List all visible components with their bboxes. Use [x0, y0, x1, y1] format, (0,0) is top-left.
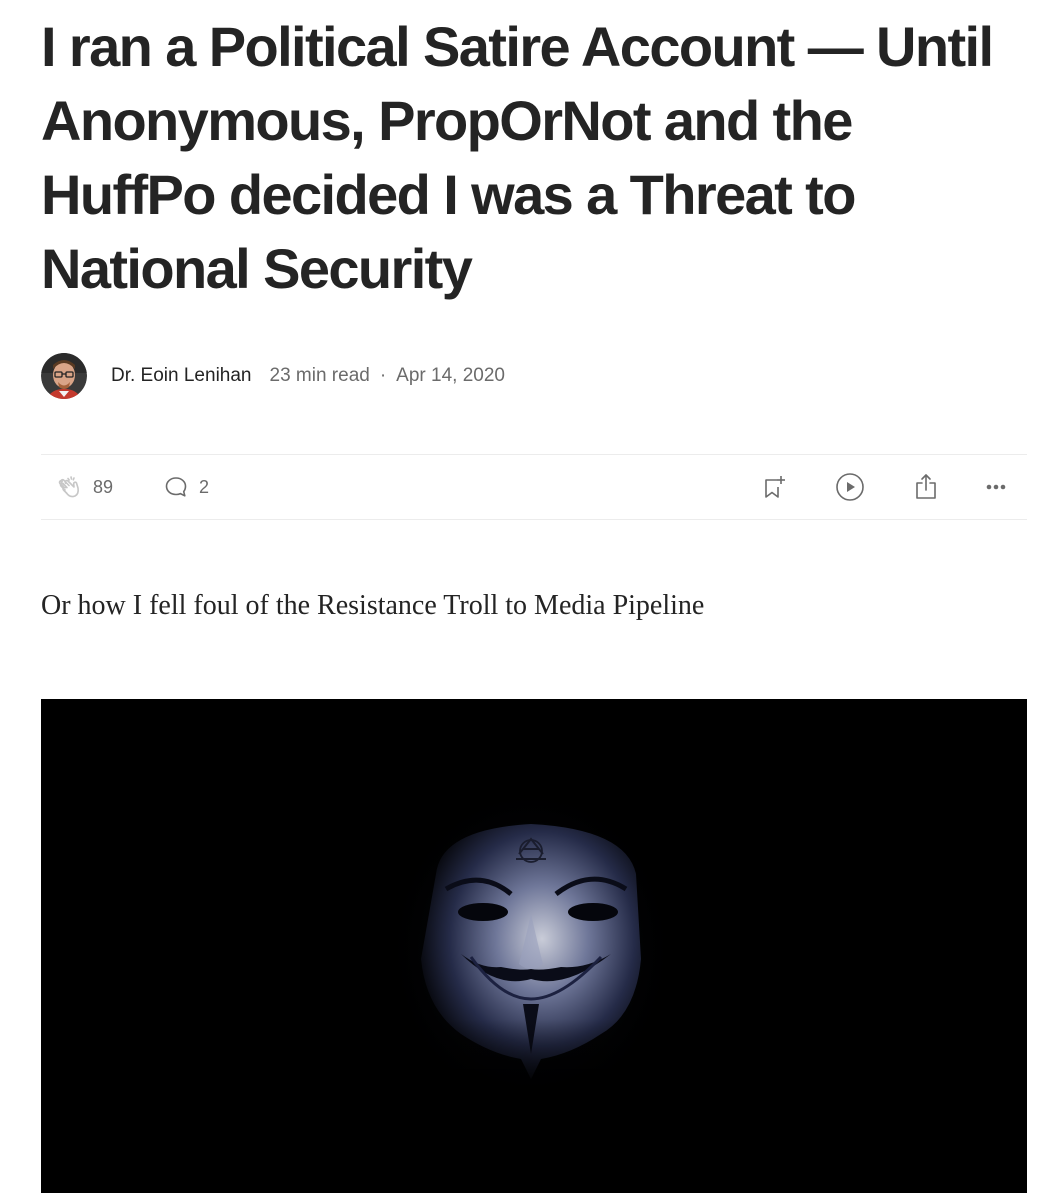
hero-image	[41, 699, 1027, 1193]
share-button[interactable]	[912, 472, 940, 502]
article-title: I ran a Political Satire Account — Until…	[41, 15, 994, 300]
share-icon	[912, 472, 940, 502]
more-icon	[985, 483, 1011, 491]
author-avatar[interactable]	[41, 353, 87, 399]
article: I ran a Political Satire Account — Until…	[41, 0, 1027, 1193]
byline: Dr. Eoin Lenihan 23 min read · Apr 14, 2…	[41, 352, 505, 400]
author-name[interactable]: Dr. Eoin Lenihan	[111, 365, 252, 387]
read-time: 23 min read	[269, 365, 370, 386]
clap-count: 89	[93, 476, 114, 497]
article-subtitle: Or how I fell foul of the Resistance Tro…	[41, 590, 705, 621]
comment-icon	[163, 474, 189, 500]
story-meta: 23 min read · Apr 14, 2020	[270, 365, 505, 387]
listen-button[interactable]	[835, 472, 865, 502]
publish-date: Apr 14, 2020	[396, 365, 505, 386]
clap-icon	[55, 473, 83, 501]
guy-fawkes-mask-image	[41, 699, 1027, 1193]
responses-button[interactable]: 2	[163, 474, 209, 500]
response-count: 2	[199, 476, 210, 497]
story-action-bar: 89 2	[41, 454, 1027, 520]
clap-button[interactable]: 89	[55, 473, 113, 501]
meta-separator: ·	[379, 365, 387, 386]
bookmark-icon	[761, 473, 787, 501]
play-icon	[835, 472, 865, 502]
more-button[interactable]	[985, 483, 1011, 491]
save-button[interactable]	[761, 473, 787, 501]
